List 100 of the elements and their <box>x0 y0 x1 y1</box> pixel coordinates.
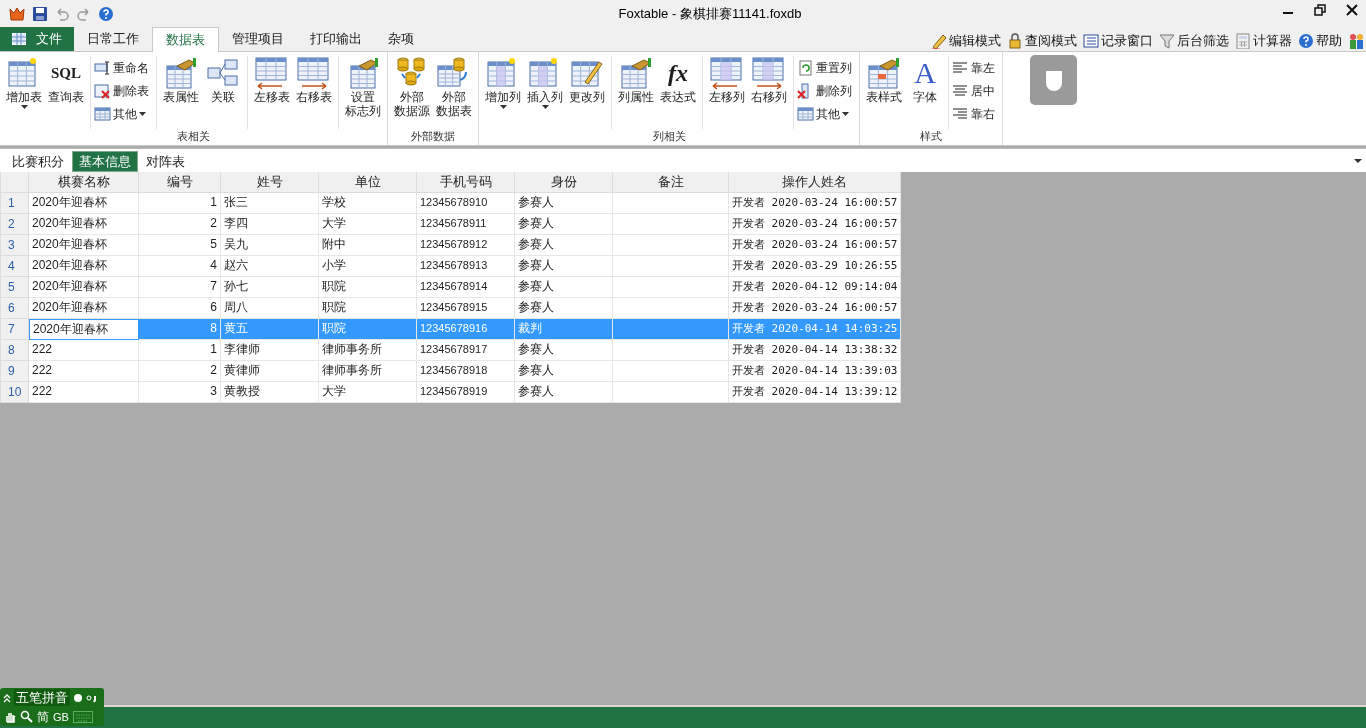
ribbon-button[interactable]: 关联 <box>202 56 244 129</box>
ribbon-button[interactable]: 其他 <box>797 104 856 124</box>
sheet-tab[interactable]: 对阵表 <box>140 151 191 172</box>
ribbon-button[interactable]: 重命名 <box>94 58 153 78</box>
table-row[interactable]: 10 222 3 黄教授 大学 12345678919 参赛人 开发者 2020-04-14 13:39:12 <box>1 382 900 403</box>
icon-label: fx <box>668 59 688 88</box>
group-label: 列相关 <box>652 129 686 144</box>
users-icon[interactable] <box>1348 31 1366 50</box>
ribbon-button[interactable]: 靠右 <box>952 104 999 124</box>
table-row[interactable]: 5 2020年迎春杯 7 孙七 职院 12345678914 参赛人 开发者 2020-04-12 09:14:04 <box>1 277 900 298</box>
input-mode-button[interactable]: 五笔拼音 <box>14 689 70 706</box>
table-cell: 大学 <box>319 382 417 403</box>
save-icon[interactable] <box>32 6 48 22</box>
table-row[interactable]: 3 2020年迎春杯 5 吴九 附中 12345678912 参赛人 开发者 2020-03-24 16:00:57 <box>1 235 900 256</box>
table-row[interactable]: 9 222 2 黄律师 律师事务所 12345678918 参赛人 开发者 2020-04-14 13:39:03 <box>1 361 900 382</box>
table-cell: 12345678919 <box>417 382 515 403</box>
ribbon-tab[interactable]: 杂项 <box>375 27 427 51</box>
table-row[interactable]: 2 2020年迎春杯 2 李四 大学 12345678911 参赛人 开发者 2020-03-24 16:00:57 <box>1 214 900 235</box>
ribbon-button[interactable]: SQL 查询表 <box>45 56 87 129</box>
sheet-tab[interactable]: 基本信息 <box>72 151 138 172</box>
row-number: 8 <box>1 340 29 361</box>
table-hand-icon <box>163 56 199 90</box>
table-row[interactable]: 8 222 1 李律师 律师事务所 12345678917 参赛人 开发者 2020-04-14 13:38:32 <box>1 340 900 361</box>
table-row[interactable]: 7 2020年迎春杯 8 黄五 职院 12345678916 裁判 开发者 2020-04-14 14:03:25 <box>1 319 900 340</box>
ribbon-button[interactable]: 列属性 <box>615 56 657 129</box>
sheet-tab[interactable]: 比赛积分 <box>6 151 70 172</box>
table-cell: 开发者 2020-04-14 13:39:12 <box>729 382 901 403</box>
encoding-button[interactable]: GB <box>53 709 69 724</box>
ribbon-button[interactable]: 右移列 <box>748 56 790 129</box>
ribbon-button[interactable]: fx 表达式 <box>657 56 699 129</box>
toolbar-button[interactable]: 帮助 <box>1298 31 1342 51</box>
refresh-icon <box>797 60 814 76</box>
ribbon-button[interactable]: A 字体 <box>905 56 945 129</box>
ribbon-button[interactable]: 设置 标志列 <box>342 56 384 129</box>
ribbon-tab[interactable]: 打印输出 <box>297 27 375 51</box>
ribbon-button[interactable]: 删除列 <box>797 81 856 101</box>
table-cell: 黄教授 <box>221 382 319 403</box>
ribbon-button[interactable]: 增加列 <box>482 56 524 129</box>
dropdown-caret-icon <box>139 111 146 117</box>
row-number: 6 <box>1 298 29 319</box>
table-right-arrow-icon <box>296 56 332 90</box>
ribbon-tab[interactable]: 日常工作 <box>74 27 152 51</box>
ribbon-tab[interactable]: 管理项目 <box>219 27 297 51</box>
lock-icon <box>1007 32 1023 49</box>
chevron-up-icon[interactable] <box>3 692 11 703</box>
row-number: 1 <box>1 193 29 214</box>
dropdown-caret-icon <box>842 111 849 117</box>
group-label: 样式 <box>920 129 942 144</box>
search-icon[interactable] <box>20 710 33 723</box>
dropdown-caret-icon[interactable] <box>1354 158 1362 164</box>
ribbon-button[interactable]: 居中 <box>952 81 999 101</box>
ribbon-button[interactable]: 更改列 <box>566 56 608 129</box>
ribbon-button[interactable]: 其他 <box>94 104 153 124</box>
form-window-icon <box>1083 32 1099 49</box>
ribbon-button[interactable]: 靠左 <box>952 58 999 78</box>
punctuation-icon[interactable] <box>86 692 98 703</box>
help-icon[interactable] <box>98 6 114 22</box>
table-row[interactable]: 4 2020年迎春杯 4 赵六 小学 12345678913 参赛人 开发者 2020-03-29 10:26:55 <box>1 256 900 277</box>
toolbar-button[interactable]: 记录窗口 <box>1083 31 1153 51</box>
ribbon-button[interactable]: 外部 数据表 <box>433 56 475 129</box>
table-cell: 3 <box>139 382 221 403</box>
table-left-arrow-icon <box>254 56 290 90</box>
table-hand-icon <box>618 56 654 90</box>
close-icon[interactable] <box>1346 4 1358 16</box>
table-style-icon <box>866 56 902 90</box>
table-row[interactable]: 1 2020年迎春杯 1 张三 学校 12345678910 参赛人 开发者 2020-03-24 16:00:57 <box>1 193 900 214</box>
column-right-arrow-icon <box>751 56 787 90</box>
ribbon-button[interactable]: 重置列 <box>797 58 856 78</box>
ribbon-button[interactable]: 删除表 <box>94 81 153 101</box>
ribbon-button[interactable]: 右移表 <box>293 56 335 129</box>
toolbar-button[interactable]: 后台筛选 <box>1159 31 1229 51</box>
dropdown-caret-icon <box>541 104 549 110</box>
row-number: 9 <box>1 361 29 382</box>
full-width-dot-icon[interactable] <box>73 692 83 703</box>
align-left-icon <box>952 60 969 76</box>
ribbon-button[interactable]: 插入列 <box>524 56 566 129</box>
ribbon-button[interactable]: 外部 数据源 <box>391 56 433 129</box>
table-icon <box>12 33 26 45</box>
ribbon-button[interactable]: 左移列 <box>706 56 748 129</box>
group-label: 表相关 <box>177 129 210 144</box>
table-cell: 222 <box>29 382 139 403</box>
ribbon-button[interactable]: 表样式 <box>863 56 905 129</box>
row-number: 7 <box>1 319 29 340</box>
toolbar-button[interactable]: 计算器 <box>1235 31 1292 51</box>
row-number: 2 <box>1 214 29 235</box>
file-tab[interactable]: 文件 <box>0 27 74 51</box>
toolbar-button[interactable]: 查阅模式 <box>1007 31 1077 51</box>
rename-icon <box>94 60 111 76</box>
ribbon-button[interactable]: 增加表 <box>3 56 45 129</box>
table-icon <box>94 106 111 122</box>
table-cell: 参赛人 <box>515 382 613 403</box>
ribbon-button[interactable]: 左移表 <box>251 56 293 129</box>
row-number: 4 <box>1 256 29 277</box>
toolbar-button[interactable]: 编辑模式 <box>931 31 1001 51</box>
charset-button[interactable]: 简 <box>37 709 49 724</box>
ribbon-tab[interactable]: 数据表 <box>152 27 219 52</box>
restore-icon[interactable] <box>1314 4 1326 16</box>
table-row[interactable]: 6 2020年迎春杯 6 周八 职院 12345678915 参赛人 开发者 2020-03-24 16:00:57 <box>1 298 900 319</box>
filter-icon <box>1159 32 1175 49</box>
ribbon-button[interactable]: 表属性 <box>160 56 202 129</box>
